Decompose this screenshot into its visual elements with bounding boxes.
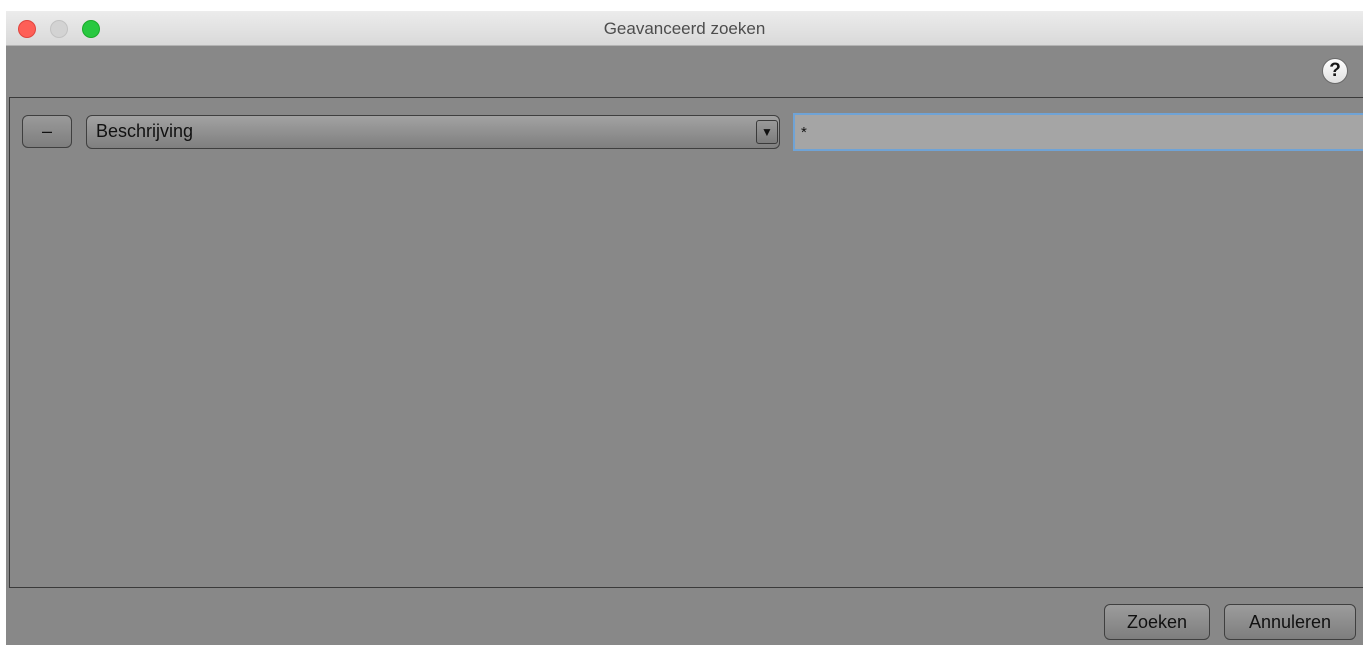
field-select[interactable]: Beschrijving ▼ <box>86 115 780 149</box>
help-button[interactable]: ? <box>1322 58 1348 84</box>
window-title: Geavanceerd zoeken <box>603 19 766 38</box>
title-bar[interactable]: Geavanceerd zoeken <box>6 11 1363 46</box>
field-select-value: Beschrijving <box>96 121 194 141</box>
cancel-button[interactable]: Annuleren <box>1224 604 1356 640</box>
dropdown-arrow-icon[interactable]: ▼ <box>756 120 778 144</box>
criteria-panel <box>9 97 1363 588</box>
search-button[interactable]: Zoeken <box>1104 604 1210 640</box>
criterion-value-input[interactable] <box>793 113 1363 151</box>
advanced-search-window: Geavanceerd zoeken ? – Beschrijving ▼ Zo… <box>6 11 1363 645</box>
remove-criterion-button[interactable]: – <box>22 115 72 148</box>
